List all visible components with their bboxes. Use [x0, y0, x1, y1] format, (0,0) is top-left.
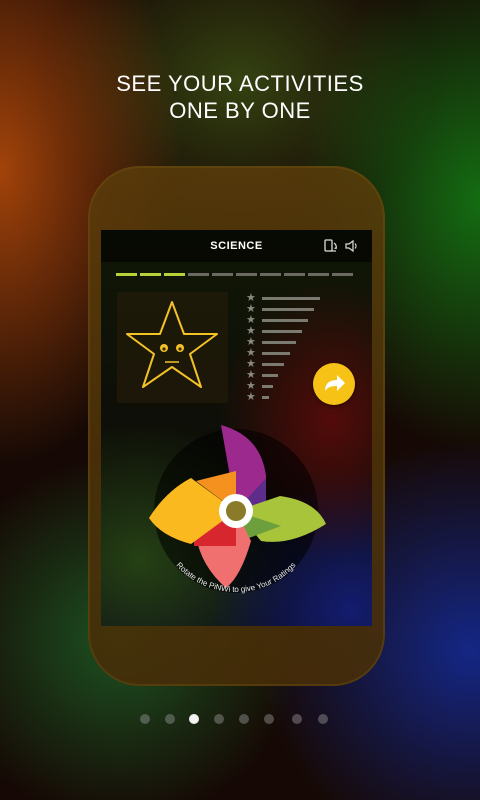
app-top-bar: SCIENCE [101, 230, 372, 262]
page-dot[interactable] [292, 714, 302, 724]
headline: SEE YOUR ACTIVITIES ONE BY ONE [0, 70, 480, 124]
progress-segment [236, 273, 257, 276]
page-dot[interactable] [264, 714, 274, 724]
progress-segment [212, 273, 233, 276]
speaker-icon[interactable] [343, 237, 361, 255]
progress-segment [164, 273, 185, 276]
forward-arrow-icon [325, 375, 345, 391]
progress-segment [308, 273, 329, 276]
rotate-device-icon[interactable] [322, 237, 340, 255]
star-icon: ★ [246, 391, 256, 403]
headline-line-2: ONE BY ONE [169, 98, 311, 123]
progress-segment [188, 273, 209, 276]
progress-segment [140, 273, 161, 276]
page-dot-active[interactable] [189, 714, 199, 724]
page-dot[interactable] [165, 714, 175, 724]
phone-screen: SCIENCE ★ ★ ★ ★ ★ ★ ★ ★ ★ ★ Rotate the P… [101, 230, 372, 626]
star-face-icon [126, 301, 218, 388]
progress-segment [332, 273, 353, 276]
page-dot[interactable] [318, 714, 328, 724]
page-dot[interactable] [214, 714, 224, 724]
progress-segment [260, 273, 281, 276]
progress-segment [116, 273, 137, 276]
activity-image [117, 292, 228, 403]
next-activity-button[interactable] [313, 363, 355, 405]
progress-segment [284, 273, 305, 276]
page-dot[interactable] [239, 714, 249, 724]
page-dot[interactable] [140, 714, 150, 724]
pinwheel-rating-control[interactable]: Rotate the PiNWi to give Your Ratings [141, 416, 331, 616]
headline-line-1: SEE YOUR ACTIVITIES [116, 71, 364, 96]
